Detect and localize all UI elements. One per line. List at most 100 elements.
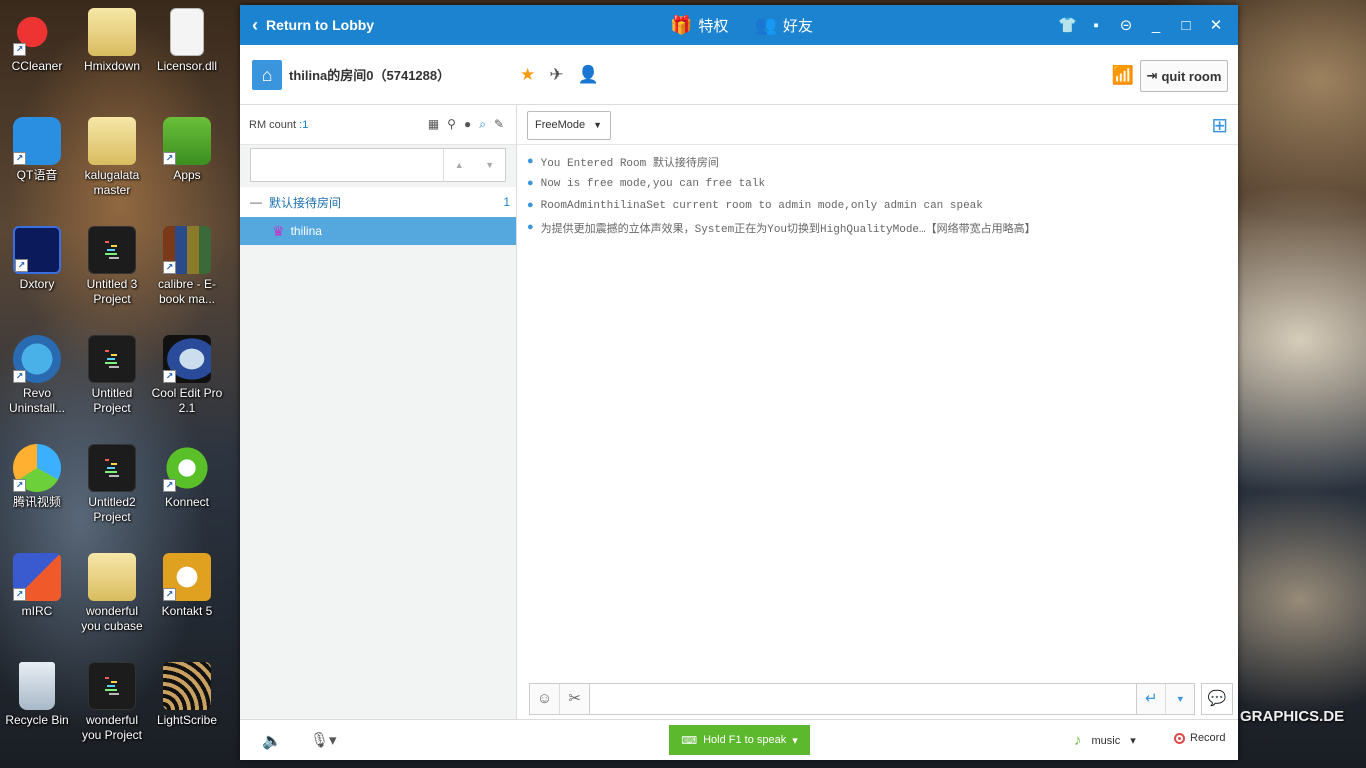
home-icon: ⌂ — [252, 59, 282, 90]
send-icon[interactable]: ↵ — [1137, 684, 1165, 714]
desktop-icon-untitled2[interactable]: Untitled2 Project — [75, 444, 149, 525]
grid-view-icon[interactable]: ⊞ — [1211, 113, 1228, 138]
room-actions: ★ ✈ 👤 — [520, 65, 599, 85]
music-note-icon: ♪ — [1074, 732, 1082, 749]
project-file-icon — [88, 226, 136, 274]
mode-select[interactable]: FreeMode ▼ — [527, 111, 611, 140]
desktop-icon-hmixdown[interactable]: Hmixdown — [75, 8, 149, 74]
desktop-icon-revo[interactable]: ↗ Revo Uninstall... — [0, 335, 74, 416]
desktop-icon-untitled[interactable]: Untitled Project — [75, 335, 149, 416]
emoji-icon[interactable]: ☺ — [530, 684, 561, 714]
message-item: ● 为提供更加震撼的立体声效果，System正在为You切换到HighQuali… — [527, 222, 1036, 236]
channel-row[interactable]: — 默认接待房间 1 — [240, 187, 516, 217]
caret-down-icon[interactable]: ▾ — [1130, 734, 1136, 747]
desktop-icon-kalugalata[interactable]: kalugalata master — [75, 117, 149, 198]
title-nav: 🎁 特权 👥 好友 — [670, 5, 813, 45]
microphone-icon[interactable]: 🎙▾ — [310, 731, 337, 749]
admin-user-icon: ♛ — [272, 222, 285, 239]
send-options-icon[interactable]: ▼ — [1165, 684, 1194, 714]
message-item: ● RoomAdminthilinaSet current room to ad… — [527, 200, 983, 212]
user-row[interactable]: ♛ thilina — [240, 217, 516, 245]
channel-count: 1 — [503, 195, 510, 209]
message-input-bar: ☺ ✂ ↵ ▼ 💬 — [529, 683, 1233, 715]
desktop-icon-licensor[interactable]: Licensor.dll — [150, 8, 224, 74]
chevron-down-icon[interactable]: ▼ — [475, 149, 506, 181]
cool-edit-icon: ↗ — [163, 335, 211, 383]
search-icon[interactable]: ⌕ — [479, 117, 486, 132]
collapse-icon[interactable]: — — [250, 195, 262, 209]
quit-room-button[interactable]: ⇥ quit room — [1140, 60, 1228, 92]
privileges-label: 特权 — [698, 17, 729, 35]
return-to-lobby-button[interactable]: ‹ Return to Lobby — [252, 15, 374, 36]
close-icon[interactable]: ✕ — [1208, 16, 1224, 34]
desktop-icon-cooledit[interactable]: ↗ Cool Edit Pro 2.1 — [150, 335, 224, 416]
dll-file-icon — [170, 8, 204, 56]
menu-icon[interactable]: ⊝ — [1118, 16, 1134, 34]
record-icon — [1174, 732, 1185, 744]
desktop-icon-kontakt[interactable]: ↗ Kontakt 5 — [150, 553, 224, 619]
user-name: thilina — [290, 224, 322, 238]
desktop-icon-mirc[interactable]: ↗ mIRC — [0, 553, 74, 619]
recycle-bin-icon — [19, 662, 55, 710]
add-friend-icon[interactable]: 👤 — [578, 65, 599, 85]
channel-name: 默认接待房间 — [269, 195, 342, 210]
revo-uninstaller-icon: ↗ — [13, 335, 61, 383]
desktop-icon-lightscribe[interactable]: LightScribe — [150, 662, 224, 728]
desktop-icon-untitled3[interactable]: Untitled 3 Project — [75, 226, 149, 307]
desktop-icon-recycle-bin[interactable]: Recycle Bin — [0, 662, 74, 728]
exit-icon: ⇥ — [1146, 68, 1158, 83]
hold-to-speak-button[interactable]: ⌨ Hold F1 to speak ▾ — [669, 725, 810, 755]
return-to-lobby-label: Return to Lobby — [266, 17, 375, 33]
desktop-icon-qt[interactable]: ↗ QT语音 — [0, 117, 74, 183]
desktop-icon-calibre[interactable]: ↗ calibre - E-book ma... — [150, 226, 224, 307]
location-icon[interactable]: ⚲ — [447, 117, 456, 132]
window-controls: 👕 ▪ ⊝ _ □ ✕ — [1058, 5, 1224, 45]
search-nav: ▲ ▼ — [443, 149, 505, 181]
room-header: ⌂ thilina的房间0（5741288） ★ ✈ 👤 📶 ⇥ quit ro… — [240, 45, 1238, 105]
quit-room-label: quit room — [1161, 68, 1222, 84]
bottom-bar: 🔈 🎙▾ ⌨ Hold F1 to speak ▾ ♪ music ▾ Reco… — [240, 719, 1238, 760]
chat-icon[interactable]: ▪ — [1088, 17, 1104, 34]
shirt-icon[interactable]: 👕 — [1058, 16, 1077, 34]
room-name: thilina的房间0（5741288） — [289, 68, 451, 83]
desktop-icon-ccleaner[interactable]: ↗ CCleaner — [0, 8, 74, 74]
caret-down-icon: ▼ — [593, 120, 602, 130]
member-search-input[interactable]: ▲ ▼ — [250, 148, 506, 182]
keyboard-icon: ⌨ — [681, 734, 698, 747]
airplane-icon[interactable]: ✈ — [549, 65, 563, 85]
privileges-button[interactable]: 🎁 特权 — [670, 15, 728, 36]
wifi-signal-icon: 📶 — [1111, 65, 1134, 85]
desktop-icon-wonderful-cubase[interactable]: wonderful you cubase — [75, 553, 149, 634]
chat-header: FreeMode ▼ ⊞ — [517, 105, 1238, 145]
friends-icon: 👥 — [754, 14, 777, 35]
speaker-icon[interactable]: 🔈 — [262, 731, 282, 751]
speech-bubble-icon: ● — [527, 200, 534, 212]
chat-bubble-icon[interactable]: 💬 — [1201, 683, 1233, 715]
speech-bubble-icon: ● — [527, 178, 534, 190]
record-button[interactable]: Record — [1174, 732, 1225, 744]
ccleaner-icon: ↗ — [13, 8, 61, 56]
rm-count: RM count :1 — [249, 118, 309, 131]
maximize-icon[interactable]: □ — [1178, 17, 1194, 34]
gift-icon: 🎁 — [670, 14, 693, 35]
desktop-icon-konnect[interactable]: ↗ Konnect — [150, 444, 224, 510]
desktop-icon-dxtory[interactable]: ↗ Dxtory — [0, 226, 74, 292]
chevron-up-icon[interactable]: ▲ — [444, 149, 475, 181]
list-view-icon[interactable]: ▦ — [428, 117, 439, 132]
message-input[interactable] — [590, 683, 1137, 715]
desktop-icon-wonderful-project[interactable]: wonderful you Project — [75, 662, 149, 743]
member-panel-header: RM count :1 ▦ ⚲ ● ⌕ ✎ — [240, 105, 516, 145]
scissors-icon[interactable]: ✂ — [560, 684, 589, 714]
speech-bubble-icon: ● — [527, 222, 534, 234]
minimize-icon[interactable]: _ — [1148, 17, 1164, 34]
folder-icon — [88, 553, 136, 601]
project-file-icon — [88, 335, 136, 383]
message-item: ● Now is free mode,you can free talk — [527, 178, 766, 190]
star-icon[interactable]: ★ — [520, 65, 535, 85]
friends-button[interactable]: 👥 好友 — [754, 15, 812, 36]
music-button[interactable]: ♪ music ▾ — [1074, 732, 1136, 749]
edit-icon[interactable]: ✎ — [494, 117, 504, 132]
desktop-icon-apps[interactable]: ↗ Apps — [150, 117, 224, 183]
desktop-icon-tencent-video[interactable]: ↗ 腾讯视频 — [0, 444, 74, 510]
user-icon[interactable]: ● — [464, 117, 471, 132]
